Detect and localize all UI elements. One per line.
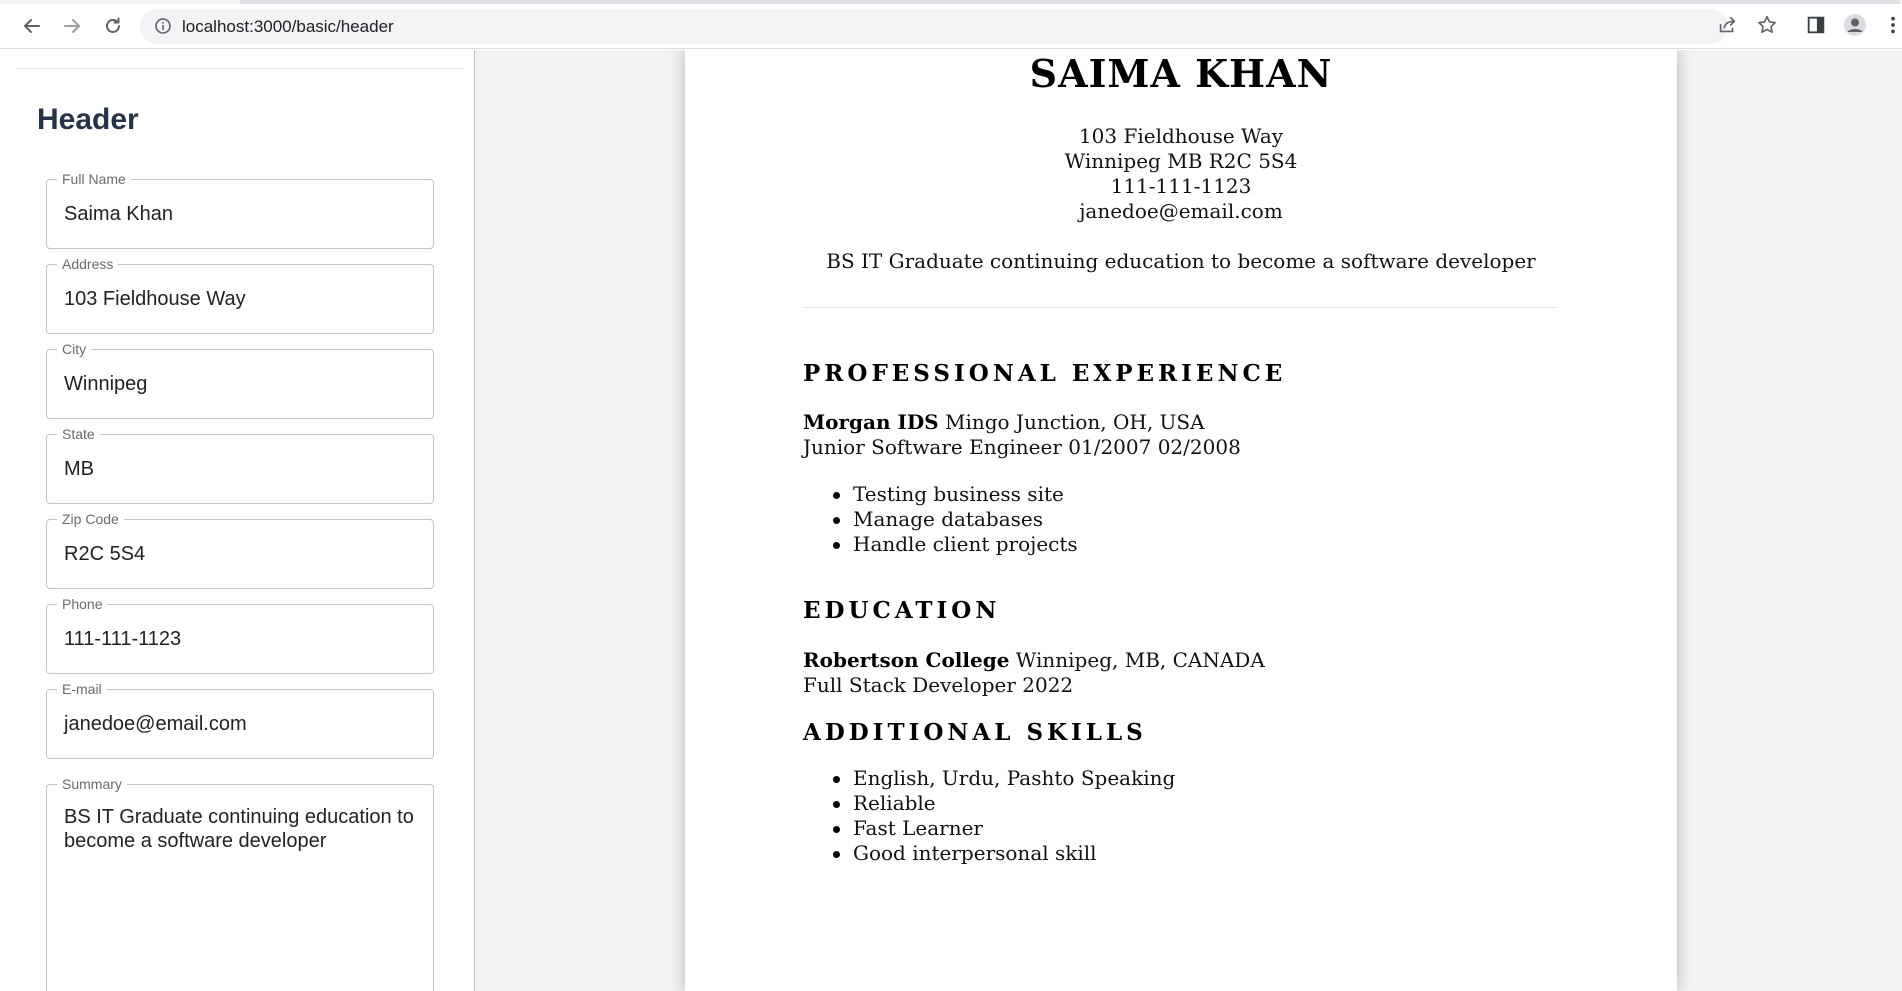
field-label: City <box>57 341 92 357</box>
bullet-icon <box>833 517 840 524</box>
field-value[interactable]: 111-111-1123 <box>64 627 181 651</box>
reload-button[interactable] <box>97 10 129 42</box>
field-label: Address <box>57 256 119 272</box>
field-label: Full Name <box>57 171 131 187</box>
share-icon[interactable] <box>1715 13 1739 37</box>
address-bar[interactable]: localhost:3000/basic/header <box>140 9 1728 44</box>
field-value[interactable]: R2C 5S4 <box>64 542 145 566</box>
field-value[interactable]: janedoe@email.com <box>64 712 247 736</box>
resume-preview-area: SAIMA KHAN 103 Fieldhouse Way Winnipeg M… <box>475 50 1902 991</box>
field-label: E-mail <box>57 681 107 697</box>
field-label: Zip Code <box>57 511 124 527</box>
skills-list: English, Urdu, Pashto Speaking Reliable … <box>803 766 1175 866</box>
school-location: Winnipeg, MB, CANADA <box>1009 648 1265 672</box>
education-school-line: Robertson College Winnipeg, MB, CANADA <box>803 648 1265 673</box>
field-value[interactable]: Winnipeg <box>64 372 147 396</box>
bullet-icon <box>833 492 840 499</box>
phone-field[interactable]: Phone 111-111-1123 <box>46 596 434 674</box>
resume-email: janedoe@email.com <box>1079 199 1283 223</box>
bullet-icon <box>833 826 840 833</box>
browser-toolbar: localhost:3000/basic/header <box>0 0 1902 49</box>
bullet-icon <box>833 542 840 549</box>
list-item: English, Urdu, Pashto Speaking <box>803 766 1175 791</box>
forward-button[interactable] <box>56 10 88 42</box>
field-label: State <box>57 426 100 442</box>
address-field[interactable]: Address 103 Fieldhouse Way <box>46 256 434 334</box>
resume-summary: BS IT Graduate continuing education to b… <box>826 249 1536 273</box>
state-field[interactable]: State MB <box>46 426 434 504</box>
company-location: Mingo Junction, OH, USA <box>938 410 1205 434</box>
zip-code-field[interactable]: Zip Code R2C 5S4 <box>46 511 434 589</box>
summary-textarea[interactable]: Summary BS IT Graduate continuing educat… <box>46 776 434 991</box>
education-heading: EDUCATION <box>803 597 1001 624</box>
profile-avatar-icon[interactable] <box>1843 13 1867 37</box>
list-item: Testing business site <box>803 482 1078 507</box>
url-text[interactable]: localhost:3000/basic/header <box>182 17 394 37</box>
list-item: Reliable <box>803 791 1175 816</box>
full-name-field[interactable]: Full Name Saima Khan <box>46 171 434 249</box>
bookmark-star-icon[interactable] <box>1755 13 1779 37</box>
education-program-line: Full Stack Developer 2022 <box>803 673 1074 697</box>
info-icon[interactable] <box>154 17 172 35</box>
field-label: Summary <box>57 776 127 792</box>
bullet-icon <box>833 776 840 783</box>
field-label: Phone <box>57 596 108 612</box>
experience-heading: PROFESSIONAL EXPERIENCE <box>803 360 1287 387</box>
skills-heading: ADDITIONAL SKILLS <box>803 719 1147 746</box>
bullet-icon <box>833 851 840 858</box>
email-field[interactable]: E-mail janedoe@email.com <box>46 681 434 759</box>
side-panel-icon[interactable] <box>1804 13 1828 37</box>
list-item: Good interpersonal skill <box>803 841 1175 866</box>
list-item: Handle client projects <box>803 532 1078 557</box>
resume-divider <box>803 307 1557 308</box>
panel-divider <box>16 68 463 69</box>
editor-panel: Header Full Name Saima Khan Address 103 … <box>0 50 474 991</box>
experience-role-line: Junior Software Engineer 01/2007 02/2008 <box>803 435 1241 459</box>
resume-page: SAIMA KHAN 103 Fieldhouse Way Winnipeg M… <box>685 50 1677 991</box>
resume-name: SAIMA KHAN <box>1029 51 1333 96</box>
city-field[interactable]: City Winnipeg <box>46 341 434 419</box>
arrow-left-icon <box>24 19 40 33</box>
company-name: Morgan IDS <box>803 410 939 434</box>
list-item: Manage databases <box>803 507 1078 532</box>
menu-kebab-icon[interactable] <box>1886 13 1900 37</box>
panel-title: Header <box>37 103 139 136</box>
arrow-right-icon <box>64 19 80 33</box>
experience-company-line: Morgan IDS Mingo Junction, OH, USA <box>803 410 1205 435</box>
reload-icon <box>106 17 120 33</box>
list-item: Fast Learner <box>803 816 1175 841</box>
school-name: Robertson College <box>803 648 1010 672</box>
field-value[interactable]: 103 Fieldhouse Way <box>64 287 246 311</box>
back-button[interactable] <box>16 10 48 42</box>
bullet-icon <box>833 801 840 808</box>
resume-phone: 111-111-1123 <box>1110 174 1252 198</box>
experience-bullets: Testing business site Manage databases H… <box>803 482 1078 557</box>
resume-city-line: Winnipeg MB R2C 5S4 <box>1064 149 1298 173</box>
field-value[interactable]: Saima Khan <box>64 202 173 226</box>
field-value[interactable]: MB <box>64 457 94 481</box>
tab-strip-edge <box>240 0 1900 4</box>
resume-address: 103 Fieldhouse Way <box>1078 124 1284 148</box>
field-value[interactable]: BS IT Graduate continuing education to b… <box>64 805 414 853</box>
